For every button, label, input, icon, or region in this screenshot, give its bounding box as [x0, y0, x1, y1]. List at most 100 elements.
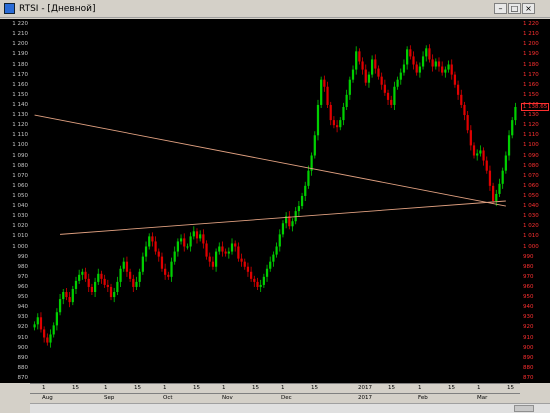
candle-body	[151, 236, 154, 242]
candle-body	[93, 281, 97, 292]
candle-body	[364, 69, 367, 83]
candle-body	[195, 231, 199, 239]
price-tick-label: 1 150	[12, 91, 28, 98]
candle-body	[36, 317, 39, 325]
date-tick-label: 1	[281, 385, 285, 391]
price-tick-label: 950	[523, 294, 534, 301]
candle-body	[167, 274, 170, 277]
price-tick-label: 1 220	[12, 21, 28, 28]
candle-body	[100, 273, 103, 279]
candle-body	[425, 48, 428, 57]
candle-body	[122, 261, 125, 269]
candle-body	[507, 135, 511, 156]
candle-body	[202, 234, 205, 244]
price-tick-label: 930	[17, 314, 29, 321]
candle-body	[307, 170, 310, 186]
price-tick-label: 880	[17, 364, 29, 371]
candle-body	[243, 261, 246, 267]
close-button[interactable]: ×	[522, 3, 535, 14]
price-tick-label: 870	[17, 374, 29, 381]
candle-body	[135, 281, 138, 287]
date-axis-months: Aug Sep Oct Nov Dec 2017 Feb Mar	[30, 393, 520, 402]
price-tick-label: 990	[17, 253, 29, 260]
date-tick-label: 15	[448, 385, 455, 391]
date-tick-label: 1	[104, 385, 108, 391]
candle-body	[421, 56, 425, 67]
candle-body	[132, 278, 135, 287]
price-tick-label: 1 210	[523, 31, 539, 38]
price-tick-label: 1 050	[12, 192, 28, 199]
candle-body	[116, 281, 119, 292]
candle-body	[476, 153, 479, 156]
candle-body	[109, 286, 113, 298]
candle-body	[275, 246, 278, 255]
candle-body	[294, 211, 297, 222]
candle-body	[205, 243, 208, 257]
scroll-thumb[interactable]	[514, 405, 534, 412]
minimize-button[interactable]: –	[494, 3, 507, 14]
candle-body	[52, 325, 55, 335]
horizontal-scrollbar[interactable]	[30, 403, 550, 413]
candle-body	[466, 115, 469, 131]
price-tick-label: 910	[523, 334, 534, 341]
chart-plot-area[interactable]	[30, 19, 520, 383]
price-tick-label: 1 030	[523, 213, 539, 220]
price-tick-label: 1 020	[12, 223, 28, 230]
candle-body	[240, 258, 243, 262]
candle-body	[348, 79, 351, 95]
price-tick-label: 910	[17, 334, 29, 341]
candle-body	[498, 183, 501, 194]
last-price-tag: 1 138.65	[521, 102, 549, 111]
candle-body	[176, 241, 179, 252]
price-tick-label: 940	[17, 304, 29, 311]
candle-body	[345, 94, 348, 107]
price-tick-label: 960	[17, 283, 29, 290]
app-window: RTSI - [Дневной] – □ × 1 220 1 210 1 200 1 …	[0, 0, 550, 413]
date-tick-label: 1	[163, 385, 167, 391]
date-tick-label: 15	[311, 385, 318, 391]
candle-body	[351, 69, 355, 80]
date-axis: 1 15 1 15 1 15 1 15 1 15 2017 15 1 15 1 15 Aug Sep Oct Nov…	[30, 383, 520, 403]
candle-body	[170, 261, 173, 277]
price-tick-label: 1 090	[12, 152, 28, 159]
price-tick-label: 920	[523, 324, 534, 331]
candle-body	[157, 251, 160, 257]
candle-body	[199, 234, 202, 239]
month-label: Sep	[104, 395, 115, 401]
price-tick-label: 1 170	[12, 71, 28, 78]
candle-body	[87, 278, 90, 287]
price-tick-label: 930	[523, 314, 534, 321]
candle-body	[183, 238, 186, 247]
date-tick-label: 1	[477, 385, 481, 391]
price-tick-label: 920	[17, 324, 29, 331]
candle-body	[371, 59, 374, 75]
candle-body	[259, 284, 262, 287]
trendline[interactable]	[34, 114, 506, 207]
right-price-axis: 1 220 1 210 1 200 1 190 1 180 1 170 1 160 1 150…	[520, 19, 550, 383]
price-tick-label: 1 100	[523, 142, 539, 149]
candle-body	[43, 329, 46, 338]
price-tick-label: 1 040	[523, 203, 539, 210]
candle-body	[335, 125, 339, 128]
price-tick-label: 1 160	[523, 81, 539, 88]
maximize-button[interactable]: □	[508, 3, 521, 14]
candle-body	[262, 276, 265, 285]
price-tick-label: 1 220	[523, 21, 539, 28]
candle-body	[81, 271, 84, 275]
date-tick-label: 1	[418, 385, 422, 391]
candle-body	[339, 120, 342, 128]
price-tick-label: 1 030	[12, 213, 28, 220]
candle-body	[256, 281, 259, 287]
candle-body	[189, 236, 192, 247]
candle-body	[65, 292, 68, 298]
candle-body	[323, 79, 326, 87]
candle-body	[33, 324, 36, 328]
candle-body	[46, 337, 49, 343]
candle-body	[119, 268, 122, 282]
title-bar[interactable]: RTSI - [Дневной] – □ ×	[0, 0, 550, 18]
candle-body	[355, 51, 358, 70]
price-tick-label: 1 200	[12, 41, 28, 48]
candle-body	[291, 221, 294, 227]
month-label: Dec	[281, 395, 292, 401]
candle-body	[402, 64, 406, 73]
